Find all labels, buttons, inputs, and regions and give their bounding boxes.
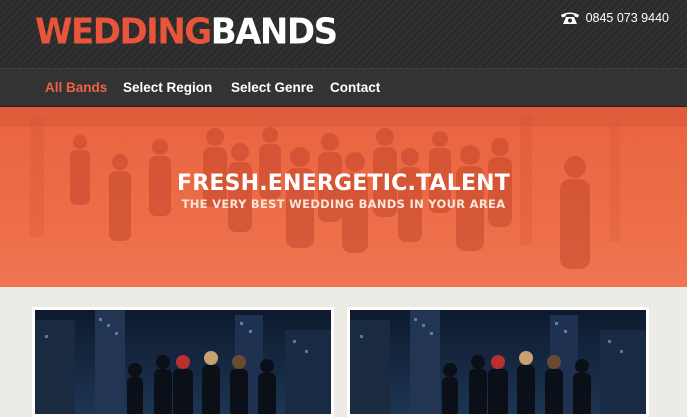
band-photo xyxy=(350,310,646,414)
nav-item-select-genre[interactable]: Select Genre xyxy=(231,69,314,107)
nav-item-select-region[interactable]: Select Region xyxy=(123,69,212,107)
hero-banner: FRESH.ENERGETIC.TALENT THE VERY BEST WED… xyxy=(0,107,687,287)
logo-text-wedding: WEDDING xyxy=(35,11,212,53)
band-card[interactable] xyxy=(347,307,649,417)
nav-item-all-bands[interactable]: All Bands xyxy=(45,69,107,107)
hero-title: FRESH.ENERGETIC.TALENT xyxy=(177,171,510,196)
site-header: WEDDING BANDS 0845 073 9440 xyxy=(0,0,687,68)
nav-item-contact[interactable]: Contact xyxy=(330,69,380,107)
band-card[interactable] xyxy=(32,307,334,417)
band-photo xyxy=(35,310,331,414)
telephone-icon xyxy=(560,11,580,25)
phone-number: 0845 073 9440 xyxy=(585,11,669,25)
phone-contact[interactable]: 0845 073 9440 xyxy=(560,10,669,26)
main-nav: All Bands Select Region Select Genre Con… xyxy=(0,68,687,107)
logo-text-bands: BANDS xyxy=(210,11,338,53)
band-listing xyxy=(0,287,687,417)
site-logo[interactable]: WEDDING BANDS xyxy=(35,11,338,53)
hero-subtitle: THE VERY BEST WEDDING BANDS IN YOUR AREA xyxy=(181,197,506,211)
